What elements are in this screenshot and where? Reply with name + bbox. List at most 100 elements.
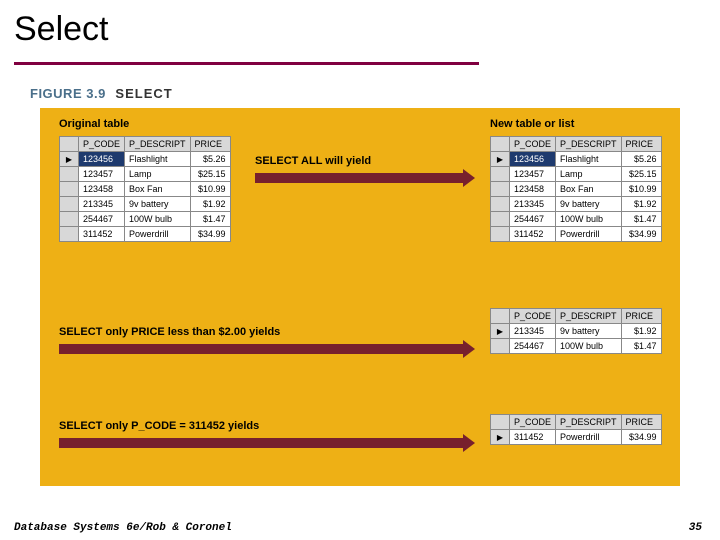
row-marker-icon	[60, 197, 79, 212]
cell-pdescript: 100W bulb	[556, 212, 622, 227]
row-marker-icon	[491, 212, 510, 227]
cell-pcode: 311452	[510, 227, 556, 242]
row-marker-icon	[491, 339, 510, 354]
col-price: PRICE	[621, 415, 661, 430]
row-marker-icon	[60, 182, 79, 197]
table-row: 311452Powerdrill$34.99	[491, 227, 662, 242]
db-table: P_CODEP_DESCRIPTPRICE▶123456Flashlight$5…	[490, 136, 662, 242]
cell-pdescript: 100W bulb	[556, 339, 622, 354]
cell-pdescript: Flashlight	[556, 152, 622, 167]
footer-text: Database Systems 6e/Rob & Coronel	[14, 522, 232, 534]
figure-caption: FIGURE 3.9 SELECT	[30, 86, 173, 101]
table-row: ▶123456Flashlight$5.26	[60, 152, 231, 167]
row-marker-icon	[60, 167, 79, 182]
row-marker-icon	[60, 227, 79, 242]
cell-price: $25.15	[190, 167, 230, 182]
cell-price: $1.92	[621, 324, 661, 339]
cell-pcode: 254467	[510, 339, 556, 354]
cell-pdescript: Flashlight	[125, 152, 191, 167]
select-pcode-label: SELECT only P_CODE = 311452 yields	[59, 420, 259, 432]
table-row: 123457Lamp$25.15	[491, 167, 662, 182]
figure-number-label: FIGURE 3.9	[30, 86, 106, 101]
row-marker-icon: ▶	[491, 152, 510, 167]
cell-pcode: 311452	[510, 430, 556, 445]
cell-price: $10.99	[190, 182, 230, 197]
result-pcode-table: P_CODEP_DESCRIPTPRICE▶311452Powerdrill$3…	[490, 414, 662, 445]
db-table: P_CODEP_DESCRIPTPRICE▶311452Powerdrill$3…	[490, 414, 662, 445]
row-marker-icon: ▶	[491, 324, 510, 339]
db-table: P_CODEP_DESCRIPTPRICE▶123456Flashlight$5…	[59, 136, 231, 242]
cell-price: $1.92	[621, 197, 661, 212]
table-row: 123457Lamp$25.15	[60, 167, 231, 182]
cell-price: $1.92	[190, 197, 230, 212]
row-marker-icon	[60, 212, 79, 227]
cell-price: $5.26	[190, 152, 230, 167]
cell-pdescript: Box Fan	[125, 182, 191, 197]
cell-pcode: 123456	[510, 152, 556, 167]
row-marker-header	[491, 137, 510, 152]
arrow-icon	[59, 344, 463, 354]
cell-price: $25.15	[621, 167, 661, 182]
original-table: P_CODEP_DESCRIPTPRICE▶123456Flashlight$5…	[59, 136, 231, 242]
cell-pcode: 123458	[510, 182, 556, 197]
select-price-label: SELECT only PRICE less than $2.00 yields	[59, 326, 280, 338]
cell-pdescript: 9v battery	[556, 197, 622, 212]
cell-pcode: 213345	[510, 197, 556, 212]
table-row: 123458Box Fan$10.99	[60, 182, 231, 197]
cell-pcode: 123457	[79, 167, 125, 182]
row-marker-header	[60, 137, 79, 152]
table-row: 2133459v battery$1.92	[60, 197, 231, 212]
cell-pcode: 213345	[510, 324, 556, 339]
col-pcode: P_CODE	[510, 137, 556, 152]
cell-pcode: 123458	[79, 182, 125, 197]
cell-price: $10.99	[621, 182, 661, 197]
cell-price: $34.99	[190, 227, 230, 242]
slide: Select FIGURE 3.9 SELECT Original table …	[0, 0, 720, 540]
row-marker-icon	[491, 167, 510, 182]
row-marker-header	[491, 415, 510, 430]
cell-price: $34.99	[621, 430, 661, 445]
table-row: ▶311452Powerdrill$34.99	[491, 430, 662, 445]
table-row: 2133459v battery$1.92	[491, 197, 662, 212]
col-pdescript: P_DESCRIPT	[125, 137, 191, 152]
cell-pdescript: Powerdrill	[556, 227, 622, 242]
cell-price: $1.47	[190, 212, 230, 227]
page-title: Select	[0, 0, 720, 49]
figure-panel: Original table New table or list SELECT …	[40, 108, 680, 486]
cell-price: $1.47	[621, 339, 661, 354]
cell-pdescript: Lamp	[556, 167, 622, 182]
cell-pdescript: 100W bulb	[125, 212, 191, 227]
col-price: PRICE	[621, 137, 661, 152]
cell-pcode: 123457	[510, 167, 556, 182]
table-row: 254467100W bulb$1.47	[491, 212, 662, 227]
col-pcode: P_CODE	[79, 137, 125, 152]
col-price: PRICE	[190, 137, 230, 152]
cell-pdescript: Box Fan	[556, 182, 622, 197]
cell-pcode: 123456	[79, 152, 125, 167]
cell-pdescript: Lamp	[125, 167, 191, 182]
col-pcode: P_CODE	[510, 309, 556, 324]
table-row: ▶2133459v battery$1.92	[491, 324, 662, 339]
cell-price: $34.99	[621, 227, 661, 242]
col-pdescript: P_DESCRIPT	[556, 415, 622, 430]
result-price-table: P_CODEP_DESCRIPTPRICE▶2133459v battery$1…	[490, 308, 662, 354]
table-row: 123458Box Fan$10.99	[491, 182, 662, 197]
cell-pdescript: 9v battery	[125, 197, 191, 212]
page-number: 35	[689, 522, 702, 534]
col-pcode: P_CODE	[510, 415, 556, 430]
new-table-label: New table or list	[490, 118, 574, 130]
row-marker-icon: ▶	[60, 152, 79, 167]
title-underline	[14, 62, 479, 65]
cell-pdescript: 9v battery	[556, 324, 622, 339]
cell-pcode: 311452	[79, 227, 125, 242]
cell-pcode: 213345	[79, 197, 125, 212]
row-marker-icon	[491, 227, 510, 242]
col-pdescript: P_DESCRIPT	[556, 309, 622, 324]
row-marker-icon	[491, 182, 510, 197]
table-row: 254467100W bulb$1.47	[491, 339, 662, 354]
original-table-label: Original table	[59, 118, 129, 130]
col-price: PRICE	[621, 309, 661, 324]
row-marker-icon	[491, 197, 510, 212]
row-marker-icon: ▶	[491, 430, 510, 445]
db-table: P_CODEP_DESCRIPTPRICE▶2133459v battery$1…	[490, 308, 662, 354]
